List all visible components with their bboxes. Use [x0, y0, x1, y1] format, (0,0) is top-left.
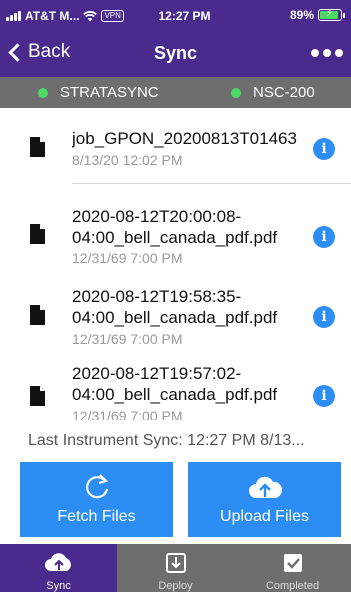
file-list[interactable]: job_GPON_20200813T01463 8/13/20 12:02 PM… [0, 108, 351, 420]
page-title: Sync [153, 43, 198, 63]
tab-bar: Sync Deploy Completed [0, 544, 351, 592]
nav-bar: Back Sync [0, 32, 351, 77]
info-button[interactable]: i [313, 138, 335, 160]
list-item[interactable]: 2020-08-12T20:00:08- 04:00_bell_canada_p… [0, 184, 351, 266]
last-sync-status: Last Instrument Sync: 12:27 PM 8/13... [0, 420, 351, 462]
status-bar: AT&T M... VPN 12:27 PM 89% ⚡ [0, 0, 351, 32]
document-icon [30, 386, 45, 406]
info-button[interactable]: i [313, 226, 335, 248]
tab-label: Completed [265, 580, 320, 592]
info-button[interactable]: i [313, 385, 335, 407]
file-name-line-2: 04:00_bell_canada_pdf.pdf [72, 228, 278, 247]
file-name: job_GPON_20200813T01463 [72, 129, 297, 148]
file-name-line-1: 2020-08-12T19:57:02- [72, 364, 242, 383]
header: AT&T M... VPN 12:27 PM 89% ⚡ Back Sync [0, 0, 351, 77]
upload-files-button[interactable]: Upload Files [188, 462, 341, 537]
connection-label: STRATASYNC [60, 84, 159, 101]
file-date: 12/31/69 7:00 PM [72, 250, 183, 266]
connection-status-bar: STRATASYNC NSC-200 [0, 77, 351, 108]
connection-stratasync: STRATASYNC [38, 84, 159, 101]
tab-label: Deploy [158, 580, 193, 592]
file-name-line-2: 04:00_bell_canada_pdf.pdf [72, 308, 278, 327]
fetch-files-button[interactable]: Fetch Files [20, 462, 173, 537]
ellipsis-icon [311, 49, 319, 57]
status-dot-icon [231, 87, 241, 98]
file-name-line-2: 04:00_bell_canada_pdf.pdf [72, 385, 278, 404]
more-options-button[interactable] [311, 49, 343, 57]
list-item[interactable]: 2020-08-12T19:57:02- 04:00_bell_canada_p… [0, 348, 351, 420]
document-icon [30, 305, 45, 325]
battery-icon: ⚡ [318, 8, 342, 21]
file-date: 12/31/69 7:00 PM [72, 408, 183, 420]
list-item[interactable]: job_GPON_20200813T01463 8/13/20 12:02 PM… [0, 108, 351, 184]
connection-label: NSC-200 [253, 84, 315, 101]
checkbox-icon [283, 554, 302, 572]
refresh-icon [85, 474, 108, 499]
tab-sync[interactable]: Sync [0, 544, 117, 592]
info-icon: i [321, 309, 327, 325]
info-icon: i [321, 141, 327, 157]
file-name-line-1: 2020-08-12T20:00:08- [72, 207, 242, 226]
upload-files-label: Upload Files [220, 508, 309, 525]
list-item[interactable]: 2020-08-12T19:58:35- 04:00_bell_canada_p… [0, 266, 351, 348]
file-date: 12/31/69 7:00 PM [72, 331, 183, 347]
file-name-line-1: 2020-08-12T19:58:35- [72, 287, 242, 306]
tab-deploy[interactable]: Deploy [117, 544, 234, 592]
download-tray-icon [165, 553, 186, 573]
file-date: 8/13/20 12:02 PM [72, 152, 183, 168]
document-icon [30, 137, 45, 157]
info-button[interactable]: i [313, 306, 335, 328]
cloud-upload-icon [44, 553, 71, 571]
cloud-upload-icon [248, 476, 282, 498]
tab-completed[interactable]: Completed [234, 544, 351, 592]
fetch-files-label: Fetch Files [57, 508, 136, 525]
battery-percent: 89% [289, 8, 314, 22]
info-icon: i [321, 229, 327, 245]
document-icon [30, 224, 45, 244]
clock: 12:27 PM [158, 9, 211, 23]
info-icon: i [321, 388, 327, 404]
connection-nsc200: NSC-200 [231, 84, 315, 101]
tab-label: Sync [46, 580, 71, 592]
status-dot-icon [38, 87, 48, 98]
